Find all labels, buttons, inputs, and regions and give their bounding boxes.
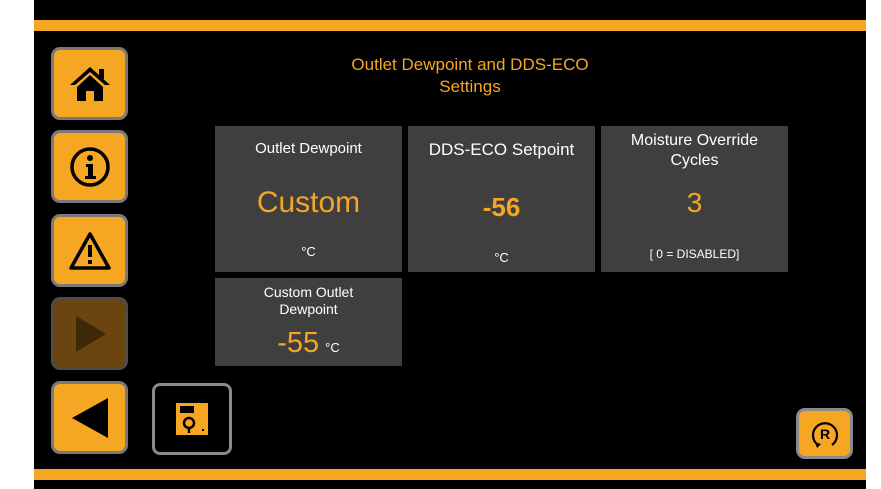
eco-setpoint-value: -56 — [482, 192, 521, 222]
outlet-dewpoint-label: Outlet Dewpoint — [255, 140, 362, 157]
custom-outlet-dewpoint-label: Custom Outlet Dewpoint — [215, 284, 402, 318]
eco-setpoint-label: DDS-ECO Setpoint — [428, 140, 575, 159]
home-button[interactable] — [51, 47, 128, 120]
save-icon — [176, 403, 208, 435]
reset-button[interactable]: R — [796, 408, 853, 459]
back-arrow-icon — [71, 397, 108, 438]
reset-icon: R — [811, 421, 838, 448]
outlet-dewpoint-unit: °C — [301, 244, 316, 259]
custom-outlet-dewpoint-tile[interactable]: Custom Outlet Dewpoint -55 °C — [215, 278, 402, 366]
custom-outlet-dewpoint-label-line1: Custom Outlet — [263, 284, 354, 300]
custom-outlet-dewpoint-label-line2: Dewpoint — [279, 301, 338, 317]
info-icon — [69, 146, 110, 187]
page-title: Outlet Dewpoint and DDS-ECO Settings — [270, 54, 670, 98]
back-button[interactable] — [51, 381, 128, 454]
bottom-accent-bar — [34, 469, 866, 480]
custom-outlet-dewpoint-value-row: -55 °C — [215, 326, 402, 360]
top-accent-bar — [34, 20, 866, 31]
home-icon — [69, 66, 110, 101]
moisture-override-value: 3 — [686, 187, 703, 218]
warning-icon — [68, 231, 111, 270]
moisture-override-label-line2: Cycles — [670, 152, 719, 169]
next-arrow-icon — [75, 315, 106, 352]
eco-setpoint-unit: °C — [494, 250, 509, 265]
page-title-line2: Settings — [439, 77, 501, 96]
custom-outlet-dewpoint-value: -55 — [277, 327, 320, 359]
custom-outlet-dewpoint-unit: °C — [325, 340, 340, 355]
alarm-button[interactable] — [51, 214, 128, 287]
outlet-dewpoint-tile[interactable]: Outlet Dewpoint Custom °C — [215, 126, 402, 272]
outlet-dewpoint-value: Custom — [256, 186, 361, 219]
moisture-override-label-line1: Moisture Override — [630, 132, 759, 149]
moisture-override-note: [ 0 = DISABLED] — [649, 247, 740, 261]
moisture-override-tile[interactable]: Moisture Override Cycles 3 [ 0 = DISABLE… — [601, 126, 788, 272]
next-button[interactable] — [51, 297, 128, 370]
info-button[interactable] — [51, 130, 128, 203]
moisture-override-label: Moisture Override Cycles — [601, 131, 788, 171]
reset-label: R — [819, 426, 829, 442]
eco-setpoint-tile[interactable]: DDS-ECO Setpoint -56 °C — [408, 126, 595, 272]
page-title-line1: Outlet Dewpoint and DDS-ECO — [351, 55, 589, 74]
hmi-screen: R Outlet Dewpoint and DDS-ECO Settings O… — [34, 0, 866, 489]
save-button[interactable] — [152, 383, 232, 455]
